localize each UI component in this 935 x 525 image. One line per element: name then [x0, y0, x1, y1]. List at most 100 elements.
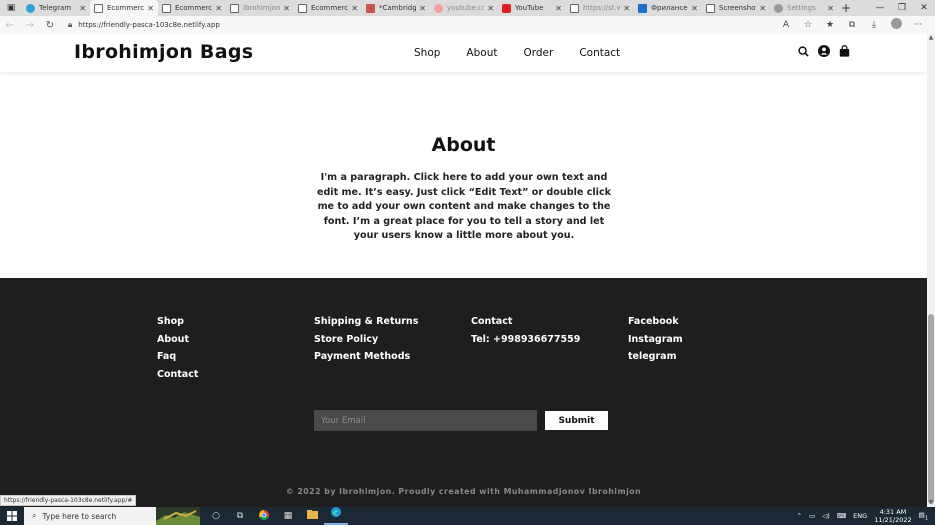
youtube-icon: [502, 3, 511, 13]
taskbar: ⌕ Type here to search ○ ⧉ ▦ ⌃ ▭ ◁) ⌨ ENG…: [0, 507, 935, 525]
tab-settings[interactable]: Settings ✕: [770, 0, 838, 16]
document-icon: [366, 3, 375, 13]
windows-start-icon[interactable]: [0, 511, 24, 521]
submit-button[interactable]: Submit: [545, 411, 608, 430]
tab-freelancer[interactable]: Фрилансер ✕: [634, 0, 702, 16]
refresh-icon[interactable]: ↻: [40, 20, 60, 31]
scrollbar-thumb[interactable]: [928, 314, 934, 504]
search-icon[interactable]: [798, 45, 809, 57]
tab-telegram[interactable]: Telegram ✕: [22, 0, 90, 16]
new-tab-icon[interactable]: +: [838, 1, 854, 15]
page-icon: [706, 3, 715, 13]
page-icon: [570, 3, 579, 13]
page-icon: [298, 3, 307, 13]
footer-link-store-policy[interactable]: Store Policy: [314, 334, 418, 352]
downloads-icon[interactable]: ⤓: [863, 20, 885, 30]
close-tab-icon[interactable]: ✕: [555, 4, 562, 13]
nav-order[interactable]: Order: [523, 47, 553, 59]
cart-icon[interactable]: [839, 45, 850, 57]
page-icon: [94, 3, 103, 13]
tab-st-w[interactable]: https://st.w ✕: [566, 0, 634, 16]
url-field[interactable]: 🔒︎ https://friendly-pasca-103c8e.netlify…: [68, 18, 775, 32]
close-tab-icon[interactable]: ✕: [351, 4, 358, 13]
tab-label: Ecommerce: [107, 4, 145, 12]
file-explorer-icon[interactable]: [300, 510, 324, 522]
lock-icon[interactable]: 🔒︎: [68, 20, 72, 30]
nav-contact[interactable]: Contact: [579, 47, 620, 59]
edge-icon[interactable]: [324, 507, 348, 525]
footer-column-policies: Shipping & Returns Store Policy Payment …: [314, 316, 418, 369]
close-tab-icon[interactable]: ✕: [79, 4, 86, 13]
more-menu-icon[interactable]: ···: [907, 20, 929, 30]
taskbar-search[interactable]: ⌕ Type here to search: [24, 507, 156, 525]
calculator-icon[interactable]: ▦: [276, 511, 300, 521]
footer-contact-heading[interactable]: Contact: [471, 316, 580, 334]
footer-link-telegram[interactable]: telegram: [628, 351, 683, 369]
cortana-icon[interactable]: ○: [204, 511, 228, 521]
footer-link-contact[interactable]: Contact: [157, 369, 198, 387]
browser-tab-strip: ▣ Telegram ✕ Ecommerce ✕ Ecommerce ✕ Ibr…: [0, 0, 935, 16]
scroll-down-icon[interactable]: ▼: [927, 499, 935, 507]
tray-chevron-icon[interactable]: ⌃: [797, 512, 802, 520]
close-window-icon[interactable]: ✕: [913, 0, 935, 16]
page-scrollbar[interactable]: ▲ ▼: [927, 34, 935, 507]
close-tab-icon[interactable]: ✕: [215, 4, 222, 13]
footer-link-faq[interactable]: Faq: [157, 351, 198, 369]
task-view-icon[interactable]: ⧉: [228, 511, 252, 521]
tab-ecommerce-2[interactable]: Ecommerce ✕: [294, 0, 362, 16]
notifications-icon[interactable]: ▤1: [919, 511, 928, 521]
tab-ecommerce-active[interactable]: Ecommerce ✕: [90, 0, 158, 16]
close-tab-icon[interactable]: ✕: [691, 4, 698, 13]
close-tab-icon[interactable]: ✕: [487, 4, 494, 13]
system-tray: ⌃ ▭ ◁) ⌨ ENG 4:31 AM 11/21/2022 ▤1: [797, 507, 935, 525]
tab-actions-icon[interactable]: ▣: [0, 0, 22, 16]
footer-link-facebook[interactable]: Facebook: [628, 316, 683, 334]
profile-avatar-icon[interactable]: [885, 18, 907, 32]
volume-icon[interactable]: ◁): [822, 512, 830, 520]
close-tab-icon[interactable]: ✕: [827, 4, 834, 13]
read-aloud-icon[interactable]: A: [775, 20, 797, 30]
footer-link-about[interactable]: About: [157, 334, 198, 352]
account-icon[interactable]: [818, 45, 830, 57]
nav-shop[interactable]: Shop: [414, 47, 440, 59]
language-indicator[interactable]: ENG: [853, 512, 867, 520]
scroll-up-icon[interactable]: ▲: [927, 34, 935, 42]
close-tab-icon[interactable]: ✕: [283, 4, 290, 13]
maximize-icon[interactable]: ❐: [891, 0, 913, 16]
forward-icon[interactable]: →: [20, 20, 40, 31]
network-icon[interactable]: ▭: [809, 512, 815, 520]
footer-link-shop[interactable]: Shop: [157, 316, 198, 334]
tab-screenshot[interactable]: Screenshot ✕: [702, 0, 770, 16]
footer-link-shipping-returns[interactable]: Shipping & Returns: [314, 316, 418, 334]
favorites-list-icon[interactable]: ★: [819, 20, 841, 30]
footer-link-payment-methods[interactable]: Payment Methods: [314, 351, 418, 369]
nav-about[interactable]: About: [466, 47, 497, 59]
email-field[interactable]: [314, 410, 537, 431]
about-paragraph: I'm a paragraph. Click here to add your …: [316, 172, 612, 242]
clock[interactable]: 4:31 AM 11/21/2022: [874, 508, 911, 524]
keyboard-icon[interactable]: ⌨: [837, 512, 846, 520]
tab-youtube-com[interactable]: youtube.com ✕: [430, 0, 498, 16]
close-tab-icon[interactable]: ✕: [419, 4, 426, 13]
minimize-icon[interactable]: —: [869, 0, 891, 16]
tab-ecommerce[interactable]: Ecommerce ✕: [158, 0, 226, 16]
back-icon[interactable]: ←: [0, 20, 20, 31]
collections-icon[interactable]: ⧉: [841, 20, 863, 30]
url-text[interactable]: https://friendly-pasca-103c8e.netlify.ap…: [78, 21, 220, 29]
page-icon: [162, 3, 171, 13]
footer-link-instagram[interactable]: Instagram: [628, 334, 683, 352]
status-url-preview: https://friendly-pasca-103c8e.netlify.ap…: [0, 495, 137, 506]
search-icon: ⌕: [32, 511, 37, 520]
tab-youtube[interactable]: YouTube ✕: [498, 0, 566, 16]
close-tab-icon[interactable]: ✕: [623, 4, 630, 13]
tab-label: *Cambridge: [379, 4, 417, 12]
site-logo[interactable]: Ibrohimjon Bags: [74, 41, 253, 63]
chrome-icon[interactable]: [252, 509, 276, 523]
favorite-icon[interactable]: ☆: [797, 20, 819, 30]
close-tab-icon[interactable]: ✕: [147, 4, 154, 13]
close-tab-icon[interactable]: ✕: [759, 4, 766, 13]
tab-cambridge[interactable]: *Cambridge ✕: [362, 0, 430, 16]
footer-phone[interactable]: Tel: +998936677559: [471, 334, 580, 352]
tab-ibrohimjon[interactable]: Ibrohimjon ✕: [226, 0, 294, 16]
clock-date: 11/21/2022: [874, 516, 912, 524]
